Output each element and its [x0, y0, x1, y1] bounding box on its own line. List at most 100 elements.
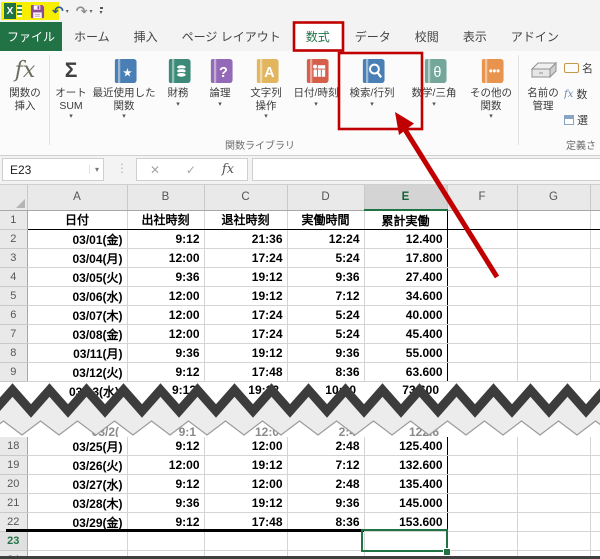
cell-C23[interactable] [204, 532, 287, 551]
cell-H3[interactable] [590, 249, 600, 268]
cell-B19[interactable]: 12:00 [127, 456, 204, 475]
column-header-A[interactable]: A [27, 185, 127, 210]
ribbon-button-その他の関数[interactable]: •••その他の 関数▾ [465, 55, 517, 120]
qat-customize-icon[interactable]: ▾ [100, 7, 103, 16]
cell-E3[interactable]: 17.800 [364, 249, 447, 268]
row-header-18[interactable]: 18 [0, 437, 27, 456]
cell-A1[interactable]: 日付 [27, 210, 127, 230]
select-all-corner[interactable] [0, 185, 27, 210]
cell-A5[interactable]: 03/06(水) [27, 287, 127, 306]
redo-icon[interactable]: ↷ [76, 3, 88, 19]
cell-G20[interactable] [517, 475, 590, 494]
cell-C1[interactable]: 退社時刻 [204, 210, 287, 230]
cell-A7[interactable]: 03/08(金) [27, 325, 127, 344]
cell-C5[interactable]: 19:12 [204, 287, 287, 306]
cell-H8[interactable] [590, 344, 600, 363]
ribbon-button-論理[interactable]: ?論理▾ [199, 55, 241, 108]
defined-names-item-名[interactable]: 名 [564, 55, 600, 81]
redo-chevron-down-icon[interactable]: ▾ [89, 8, 92, 15]
cell-G8[interactable] [517, 344, 590, 363]
cell-D6[interactable]: 5:24 [287, 306, 364, 325]
enter-icon[interactable]: ✓ [186, 163, 196, 177]
cell-G18[interactable] [517, 437, 590, 456]
cell-D21[interactable]: 9:36 [287, 494, 364, 513]
formula-input[interactable] [252, 158, 600, 181]
cell-A6[interactable]: 03/07(木) [27, 306, 127, 325]
cell-D3[interactable]: 5:24 [287, 249, 364, 268]
cell-E9[interactable]: 63.600 [364, 363, 447, 382]
cell-F18[interactable] [447, 437, 517, 456]
cell-H20[interactable] [590, 475, 600, 494]
cell-F20[interactable] [447, 475, 517, 494]
cell-D9[interactable]: 8:36 [287, 363, 364, 382]
cell-B5[interactable]: 12:00 [127, 287, 204, 306]
row-header-4[interactable]: 4 [0, 268, 27, 287]
cell-G21[interactable] [517, 494, 590, 513]
cell-F4[interactable] [447, 268, 517, 287]
cell-H23[interactable] [590, 532, 600, 551]
cell-H7[interactable] [590, 325, 600, 344]
cell-B21[interactable]: 9:36 [127, 494, 204, 513]
cell-A18[interactable]: 03/25(月) [27, 437, 127, 456]
column-header-C[interactable]: C [204, 185, 287, 210]
cell-A9[interactable]: 03/12(火) [27, 363, 127, 382]
cell-E19[interactable]: 132.600 [364, 456, 447, 475]
cell-A19[interactable]: 03/26(火) [27, 456, 127, 475]
cell-G4[interactable] [517, 268, 590, 287]
cell-C7[interactable]: 17:24 [204, 325, 287, 344]
cell-H4[interactable] [590, 268, 600, 287]
cell-D8[interactable]: 9:36 [287, 344, 364, 363]
cell-F1[interactable] [447, 210, 517, 230]
column-header-partial[interactable] [590, 185, 600, 210]
cell-D19[interactable]: 7:12 [287, 456, 364, 475]
cell-E8[interactable]: 55.000 [364, 344, 447, 363]
cell-H2[interactable] [590, 230, 600, 249]
cell-C4[interactable]: 19:12 [204, 268, 287, 287]
ribbon-button-財務[interactable]: 財務▾ [157, 55, 199, 108]
fill-handle[interactable] [443, 548, 451, 556]
cell-E21[interactable]: 145.000 [364, 494, 447, 513]
row-header-19[interactable]: 19 [0, 456, 27, 475]
cell-A21[interactable]: 03/28(木) [27, 494, 127, 513]
cell-D18[interactable]: 2:48 [287, 437, 364, 456]
column-header-E[interactable]: E [364, 185, 447, 210]
cell-F8[interactable] [447, 344, 517, 363]
undo-chevron-down-icon[interactable]: ▾ [66, 8, 69, 15]
save-icon[interactable] [30, 4, 45, 19]
cell-C18[interactable]: 12:00 [204, 437, 287, 456]
cell-C9[interactable]: 17:48 [204, 363, 287, 382]
cell-H19[interactable] [590, 456, 600, 475]
cell-D5[interactable]: 7:12 [287, 287, 364, 306]
cell-G23[interactable] [517, 532, 590, 551]
tab-数式[interactable]: 数式 [293, 22, 343, 51]
cancel-icon[interactable]: ✕ [150, 163, 160, 177]
cell-F22[interactable] [447, 513, 517, 532]
tab-表示[interactable]: 表示 [451, 22, 499, 51]
cell-F19[interactable] [447, 456, 517, 475]
cell-G9[interactable] [517, 363, 590, 382]
row-header-20[interactable]: 20 [0, 475, 27, 494]
cell-F9[interactable] [447, 363, 517, 382]
column-header-G[interactable]: G [517, 185, 590, 210]
row-header-5[interactable]: 5 [0, 287, 27, 306]
cell-B6[interactable]: 12:00 [127, 306, 204, 325]
cell-F5[interactable] [447, 287, 517, 306]
cell-H5[interactable] [590, 287, 600, 306]
cell-B3[interactable]: 12:00 [127, 249, 204, 268]
cell-D20[interactable]: 2:48 [287, 475, 364, 494]
cell-D7[interactable]: 5:24 [287, 325, 364, 344]
cell-F3[interactable] [447, 249, 517, 268]
cell-F6[interactable] [447, 306, 517, 325]
cell-G6[interactable] [517, 306, 590, 325]
cell-D1[interactable]: 実働時間 [287, 210, 364, 230]
cell-G2[interactable] [517, 230, 590, 249]
ribbon-button-文字列操作[interactable]: A文字列 操作▾ [241, 55, 291, 120]
cell-G5[interactable] [517, 287, 590, 306]
tab-データ[interactable]: データ [343, 22, 403, 51]
cell-G7[interactable] [517, 325, 590, 344]
cell-E20[interactable]: 135.400 [364, 475, 447, 494]
defined-names-item-数[interactable]: fx数 [564, 81, 600, 107]
cell-C20[interactable]: 12:00 [204, 475, 287, 494]
cell-D2[interactable]: 12:24 [287, 230, 364, 249]
cell-E7[interactable]: 45.400 [364, 325, 447, 344]
